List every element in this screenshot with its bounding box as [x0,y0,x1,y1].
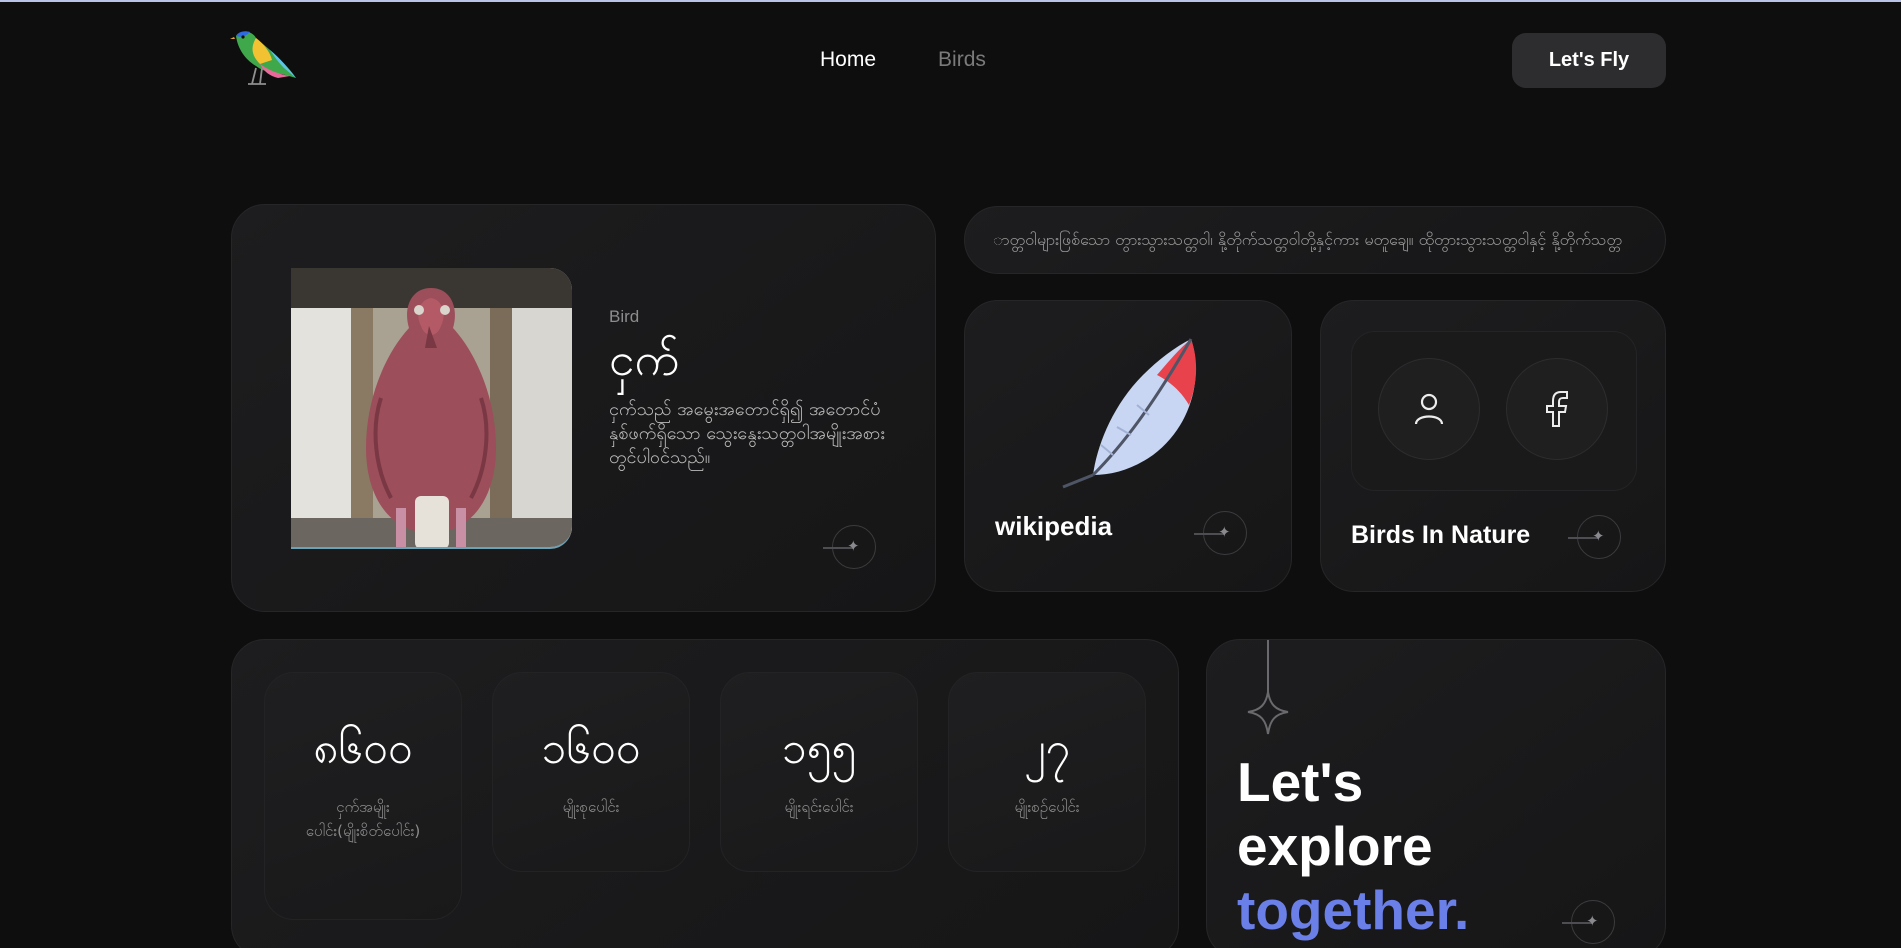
stat-families: ၁၅၅ မျိုးရင်းပေါင်း [720,672,918,872]
explore-card: Let's explore together. ✦ [1206,639,1666,948]
wikipedia-arrow-button[interactable]: ✦ [1194,511,1247,555]
explore-line-2: explore [1237,815,1433,877]
nav-home[interactable]: Home [820,48,876,72]
hero-title: ငှက် [609,332,680,386]
stat-species: ၈၆၀၀ ငှက်အမျိုးပေါင်း(မျိုးစိတ်ပေါင်း) [264,672,462,920]
hero-arrow-button[interactable]: ✦ [823,525,876,569]
hintha-statue-image [291,268,572,549]
stat-caption: မျိုးစဉ်ပေါင်း [1014,798,1080,816]
stat-value: ၁၅၅ [781,723,857,774]
bird-logo[interactable] [230,28,300,90]
hero-description: ငှက်သည် အမွေးအတောင်ရှိ၍ အတောင်ပံ နှစ်ဖက်… [609,399,885,468]
birds-in-nature-card[interactable]: Birds In Nature ✦ [1320,300,1666,592]
lets-fly-button[interactable]: Let's Fly [1512,33,1666,88]
stat-caption: မျိုးစုပေါင်း [562,798,620,816]
sparkle-icon: ✦ [847,538,860,555]
nav-birds[interactable]: Birds [938,48,986,72]
explore-line-1: Let's [1237,751,1364,813]
explore-arrow-button[interactable]: ✦ [1562,900,1615,944]
sparkle-icon: ✦ [1586,913,1599,930]
birds-in-nature-label: Birds In Nature [1351,521,1531,549]
user-button[interactable] [1378,358,1480,460]
wikipedia-card[interactable]: wikipedia ✦ [964,300,1292,592]
stat-caption: ငှက်အမျိုးပေါင်း(မျိုးစိတ်ပေါင်း) [305,798,421,840]
sparkle-icon: ✦ [1218,524,1231,541]
facebook-button[interactable] [1506,358,1608,460]
stat-value: ၁၆၀၀ [541,723,641,774]
marquee-text: ာတ္တဝါများဖြစ်သော တွားသွားသတ္တဝါ၊ နို့တိ… [993,230,1622,249]
hero-eyebrow: Bird [609,307,640,326]
stat-genera: ၁၆၀၀ မျိုးစုပေါင်း [492,672,690,872]
sparkle-icon: ✦ [1592,528,1605,545]
feather-icon [1053,335,1203,499]
nature-arrow-button[interactable]: ✦ [1568,515,1621,559]
marquee-banner: ာတ္တဝါများဖြစ်သော တွားသွားသတ္တဝါ၊ နို့တိ… [964,206,1666,274]
hero-card: Bird ငှက် ငှက်သည် အမွေးအတောင်ရှိ၍ အတောင်… [231,204,936,612]
stat-caption: မျိုးရင်းပေါင်း [784,798,854,816]
main-nav: Home Birds [820,48,986,72]
wikipedia-label: wikipedia [995,511,1113,541]
stat-value: ၈၆၀၀ [313,723,413,774]
social-buttons-panel [1351,331,1637,491]
facebook-icon [1546,391,1568,427]
stat-value: ၂၇ [1023,723,1071,774]
stat-orders: ၂၇ မျိုးစဉ်ပေါင်း [948,672,1146,872]
explore-line-3: together. [1237,879,1470,941]
sparkle-line-icon [1247,640,1289,735]
user-icon [1414,393,1444,425]
stats-card: ၈၆၀၀ ငှက်အမျိုးပေါင်း(မျိုးစိတ်ပေါင်း) ၁… [231,639,1179,948]
